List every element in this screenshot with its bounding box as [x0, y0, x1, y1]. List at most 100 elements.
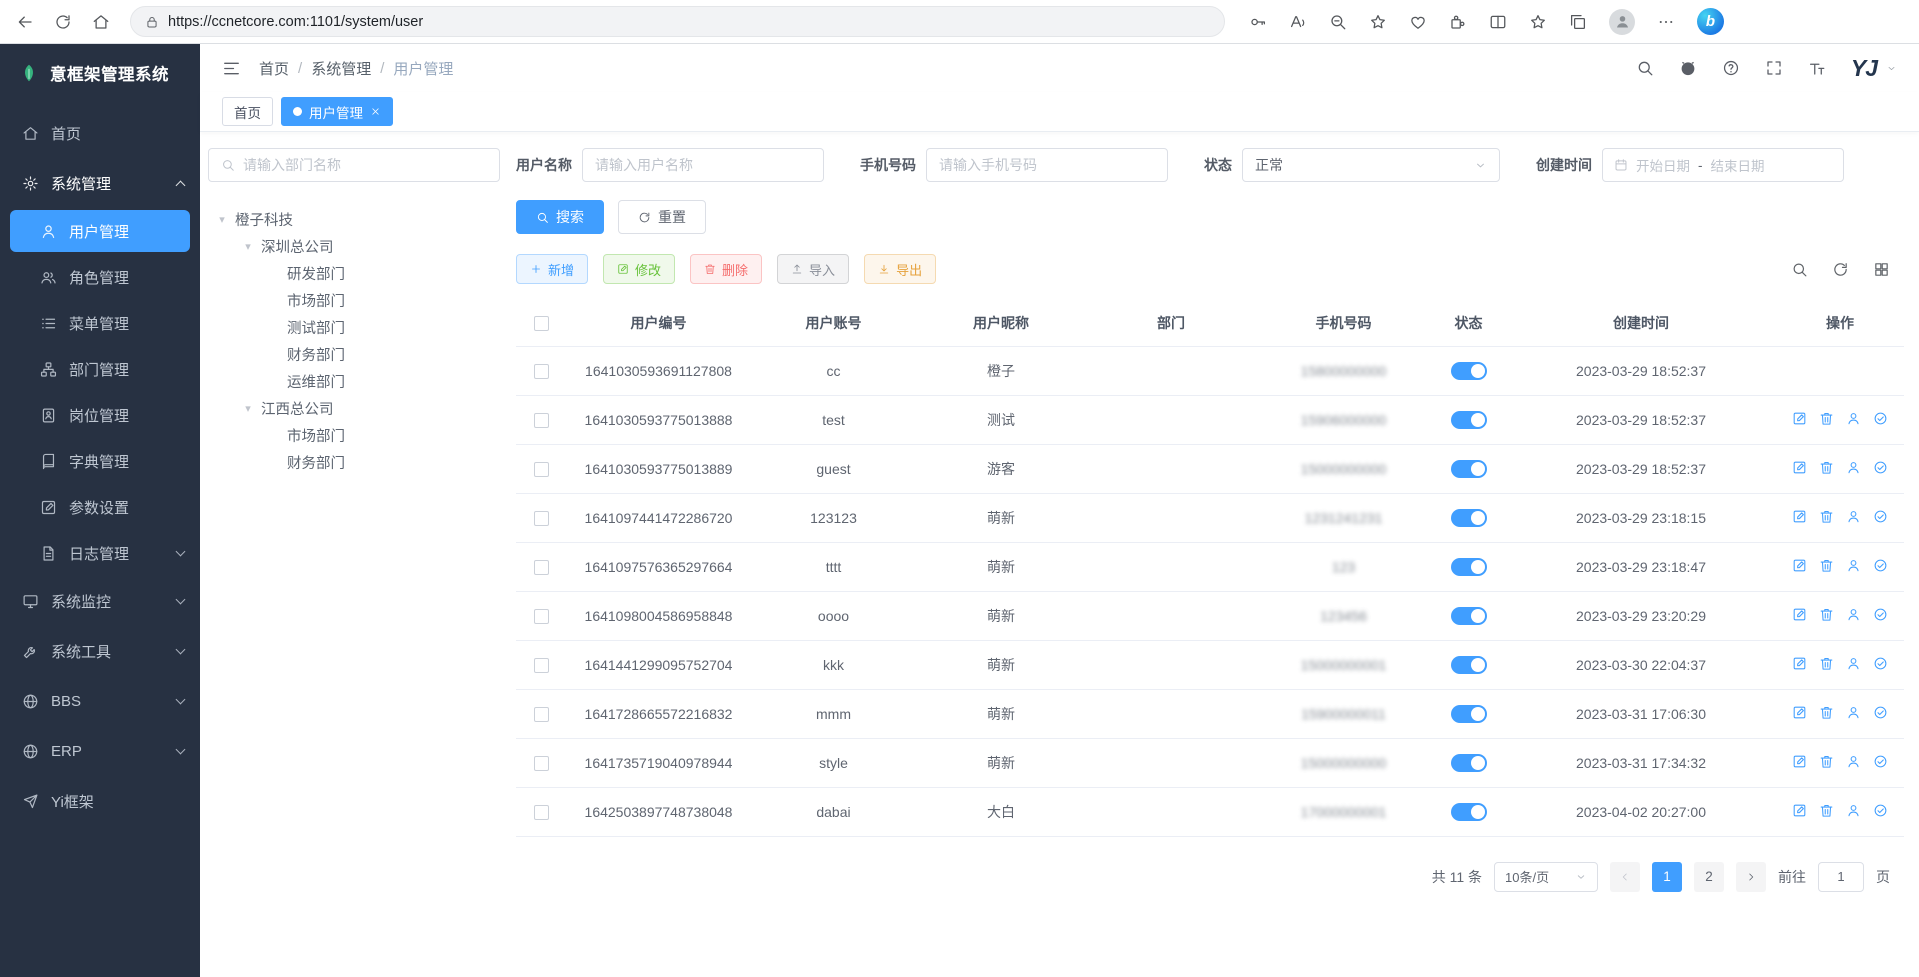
row-checkbox[interactable]: [534, 805, 549, 820]
caret-down-icon[interactable]: ▾: [216, 213, 228, 226]
row-reset-password-button[interactable]: [1846, 411, 1861, 426]
sidebar-item-user[interactable]: 用户管理: [10, 210, 190, 252]
row-assign-role-button[interactable]: [1873, 656, 1888, 671]
collections-icon[interactable]: [1569, 13, 1587, 31]
tree-node[interactable]: 研发部门: [208, 260, 500, 287]
tree-node[interactable]: 市场部门: [208, 422, 500, 449]
edit-button[interactable]: 修改: [603, 254, 675, 284]
sidebar-item-erp[interactable]: ERP: [0, 726, 200, 776]
row-reset-password-button[interactable]: [1846, 754, 1861, 769]
delete-button[interactable]: 删除: [690, 254, 762, 284]
tree-node[interactable]: 运维部门: [208, 368, 500, 395]
status-toggle[interactable]: [1451, 460, 1487, 478]
select-all-checkbox[interactable]: [534, 316, 549, 331]
copilot-icon[interactable]: b: [1697, 8, 1724, 35]
site-info-lock-icon[interactable]: [145, 15, 159, 29]
sidebar-item-monitor[interactable]: 系统监控: [0, 576, 200, 626]
row-edit-button[interactable]: [1792, 460, 1807, 475]
favorites-star-icon[interactable]: [1369, 13, 1387, 31]
tree-node[interactable]: 市场部门: [208, 287, 500, 314]
phone-input[interactable]: [926, 148, 1168, 182]
export-button[interactable]: 导出: [864, 254, 936, 284]
row-delete-button[interactable]: [1819, 411, 1834, 426]
row-edit-button[interactable]: [1792, 656, 1807, 671]
status-toggle[interactable]: [1451, 509, 1487, 527]
row-delete-button[interactable]: [1819, 656, 1834, 671]
tree-node[interactable]: ▾深圳总公司: [208, 233, 500, 260]
row-edit-button[interactable]: [1792, 705, 1807, 720]
username-input[interactable]: [582, 148, 824, 182]
reload-button[interactable]: [54, 13, 72, 31]
row-delete-button[interactable]: [1819, 705, 1834, 720]
row-checkbox[interactable]: [534, 413, 549, 428]
refresh-icon[interactable]: [1832, 261, 1849, 278]
read-aloud-icon[interactable]: [1289, 13, 1307, 31]
row-edit-button[interactable]: [1792, 558, 1807, 573]
row-reset-password-button[interactable]: [1846, 705, 1861, 720]
user-logo[interactable]: YJ: [1851, 55, 1877, 82]
row-reset-password-button[interactable]: [1846, 656, 1861, 671]
address-bar[interactable]: https://ccnetcore.com:1101/system/user: [130, 6, 1225, 37]
status-toggle[interactable]: [1451, 362, 1487, 380]
row-reset-password-button[interactable]: [1846, 607, 1861, 622]
row-assign-role-button[interactable]: [1873, 509, 1888, 524]
fullscreen-icon[interactable]: [1765, 59, 1783, 77]
search-toggle-icon[interactable]: [1791, 261, 1808, 278]
sidebar-item-tools[interactable]: 系统工具: [0, 626, 200, 676]
row-checkbox[interactable]: [534, 658, 549, 673]
row-reset-password-button[interactable]: [1846, 509, 1861, 524]
browser-essentials-icon[interactable]: [1409, 13, 1427, 31]
add-button[interactable]: 新增: [516, 254, 588, 284]
row-assign-role-button[interactable]: [1873, 754, 1888, 769]
zoom-out-icon[interactable]: [1329, 13, 1347, 31]
tag-home[interactable]: 首页: [222, 97, 273, 126]
more-options-icon[interactable]: [1657, 13, 1675, 31]
row-edit-button[interactable]: [1792, 607, 1807, 622]
row-edit-button[interactable]: [1792, 509, 1807, 524]
caret-down-icon[interactable]: ▾: [242, 402, 254, 415]
row-assign-role-button[interactable]: [1873, 460, 1888, 475]
tree-node[interactable]: ▾江西总公司: [208, 395, 500, 422]
row-checkbox[interactable]: [534, 462, 549, 477]
caret-down-icon[interactable]: ▾: [242, 240, 254, 253]
page-button-2[interactable]: 2: [1694, 862, 1724, 892]
back-button[interactable]: [16, 13, 34, 31]
github-icon[interactable]: [1679, 59, 1697, 77]
row-checkbox[interactable]: [534, 364, 549, 379]
status-toggle[interactable]: [1451, 803, 1487, 821]
tree-node[interactable]: 测试部门: [208, 314, 500, 341]
sidebar-item-dict[interactable]: 字典管理: [0, 438, 200, 484]
row-reset-password-button[interactable]: [1846, 460, 1861, 475]
reset-button[interactable]: 重置: [618, 200, 706, 234]
columns-grid-icon[interactable]: [1873, 261, 1890, 278]
status-toggle[interactable]: [1451, 411, 1487, 429]
tree-node[interactable]: 财务部门: [208, 341, 500, 368]
row-assign-role-button[interactable]: [1873, 558, 1888, 573]
row-edit-button[interactable]: [1792, 411, 1807, 426]
tree-node[interactable]: ▾橙子科技: [208, 206, 500, 233]
row-assign-role-button[interactable]: [1873, 607, 1888, 622]
font-size-icon[interactable]: [1808, 59, 1826, 77]
status-toggle[interactable]: [1451, 656, 1487, 674]
row-checkbox[interactable]: [534, 560, 549, 575]
close-icon[interactable]: [370, 106, 381, 117]
row-assign-role-button[interactable]: [1873, 705, 1888, 720]
sidebar-item-role[interactable]: 角色管理: [0, 254, 200, 300]
page-size-select[interactable]: 10条/页: [1494, 862, 1598, 892]
row-delete-button[interactable]: [1819, 803, 1834, 818]
dept-search-input[interactable]: [243, 157, 487, 173]
sidebar-item-menu[interactable]: 菜单管理: [0, 300, 200, 346]
help-icon[interactable]: [1722, 59, 1740, 77]
chevron-down-icon[interactable]: [1886, 63, 1897, 76]
row-assign-role-button[interactable]: [1873, 411, 1888, 426]
row-delete-button[interactable]: [1819, 509, 1834, 524]
row-delete-button[interactable]: [1819, 460, 1834, 475]
row-edit-button[interactable]: [1792, 803, 1807, 818]
split-screen-icon[interactable]: [1489, 13, 1507, 31]
status-toggle[interactable]: [1451, 607, 1487, 625]
tag-user-management[interactable]: 用户管理: [281, 97, 393, 126]
next-page-button[interactable]: [1736, 862, 1766, 892]
row-reset-password-button[interactable]: [1846, 803, 1861, 818]
browser-home-button[interactable]: [92, 13, 110, 31]
date-range-picker[interactable]: 开始日期 - 结束日期: [1602, 148, 1844, 182]
